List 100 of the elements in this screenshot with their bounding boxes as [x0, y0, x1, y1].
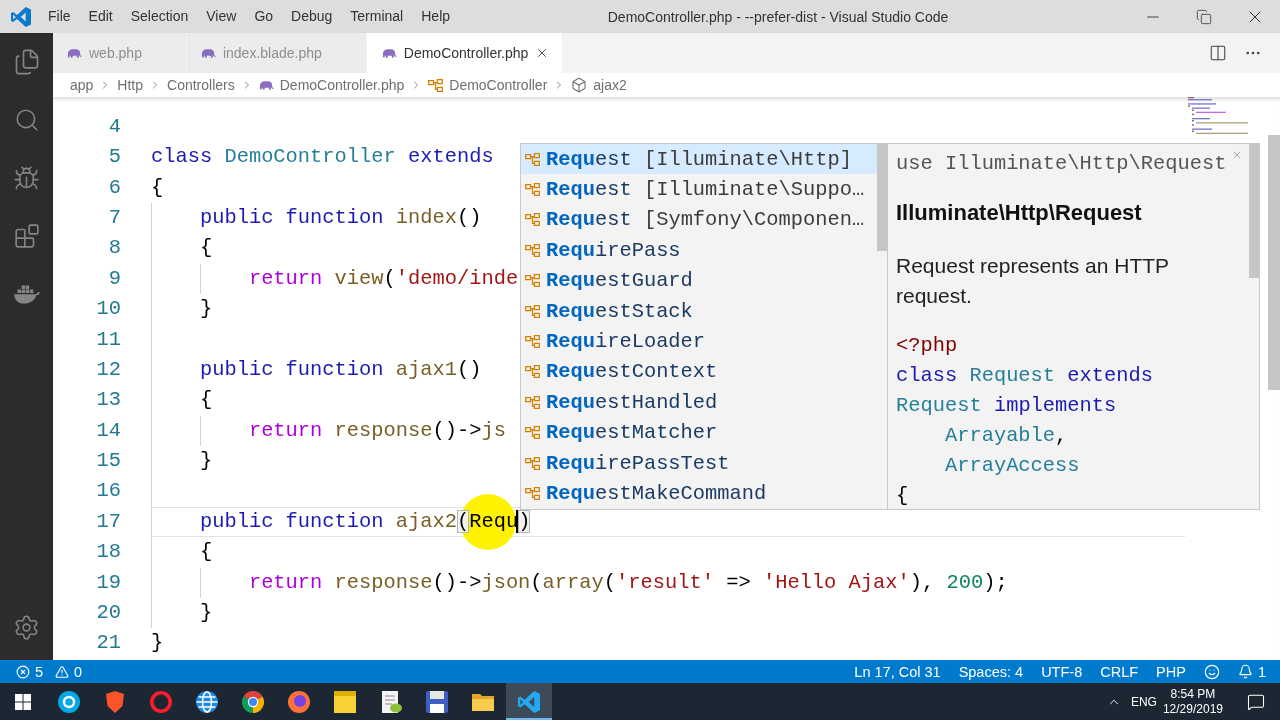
start-icon[interactable]	[15, 693, 31, 710]
bell-icon	[1237, 664, 1253, 679]
status-item[interactable]: PHP	[1150, 660, 1192, 683]
breadcrumb-item[interactable]: app	[70, 77, 94, 93]
suggestion-item[interactable]: Request [Illuminate\Suppo…	[521, 174, 877, 205]
status-item[interactable]: Spaces: 4	[952, 660, 1030, 683]
class-symbol-icon	[428, 78, 444, 92]
suggestion-item[interactable]: RequestStack	[521, 295, 877, 327]
code-line: class DemoController extends	[151, 144, 494, 171]
line-number: 15	[96, 448, 121, 475]
code-line: ArrayAccess	[943, 453, 1080, 479]
color-wheel-icon	[241, 689, 265, 714]
line-number: 4	[108, 113, 121, 140]
suggestion-item[interactable]: RequestContext	[521, 356, 877, 388]
code-line: }	[198, 448, 213, 475]
menu-item[interactable]: View	[197, 0, 246, 33]
code-line: public function ajax1()	[198, 356, 482, 383]
error-icon	[16, 664, 30, 679]
menu-item[interactable]: Selection	[121, 0, 198, 33]
code-line: Request implements	[896, 393, 1117, 419]
minimap-drawing[interactable]	[1188, 97, 1248, 135]
clock-time[interactable]: 8:54 PM	[1170, 686, 1216, 702]
suggestion-item[interactable]: RequestGuard	[521, 265, 877, 296]
smiley-icon[interactable]	[1203, 663, 1220, 680]
code-line: {	[198, 387, 213, 414]
suggestion-item[interactable]: Request [Illuminate\Http]	[521, 144, 877, 175]
status-item[interactable]: Ln 17, Col 31	[848, 660, 947, 683]
doc-title: Illuminate\Http\Request	[896, 199, 1142, 227]
menu-item[interactable]: Help	[412, 0, 460, 33]
code-line: {	[198, 235, 213, 262]
scrollbar-thumb[interactable]	[1249, 144, 1259, 278]
menu-item[interactable]: File	[39, 0, 80, 33]
elephant-icon	[67, 47, 82, 59]
restore-icon[interactable]	[1195, 8, 1212, 25]
suggestion-item[interactable]: RequireLoader	[521, 326, 877, 357]
whale-icon[interactable]	[13, 284, 40, 304]
line-number: 16	[96, 478, 121, 505]
line-number: 7	[108, 204, 121, 231]
line-number: 20	[96, 600, 121, 627]
menu-item[interactable]: Terminal	[341, 0, 413, 33]
code-line: {	[151, 174, 164, 201]
scrollbar-thumb[interactable]	[1268, 135, 1280, 390]
line-number: 9	[108, 265, 121, 292]
line-number: 21	[96, 630, 121, 657]
sticky-note-icon	[333, 689, 357, 714]
breadcrumb-item[interactable]: ajax2	[571, 77, 627, 93]
split-editor-icon[interactable]	[1209, 44, 1227, 62]
code-line: Arrayable,	[943, 423, 1068, 449]
scrollbar-thumb[interactable]	[877, 144, 887, 251]
code-line: <?php	[896, 333, 958, 359]
suggestion-item[interactable]: RequestMatcher	[521, 417, 877, 448]
line-number: 19	[96, 569, 121, 596]
line-number: 11	[96, 326, 121, 353]
menu-item[interactable]: Debug	[282, 0, 342, 33]
breadcrumb-item[interactable]: DemoController.php	[258, 77, 405, 93]
code-line: {	[896, 483, 909, 509]
status-item[interactable]: UTF-8	[1035, 660, 1089, 683]
suggestion-item[interactable]: RequirePass	[521, 235, 877, 266]
clock-date[interactable]: 12/29/2019	[1162, 701, 1223, 717]
line-number: 13	[96, 387, 121, 414]
errors-button[interactable]: 5	[10, 660, 50, 683]
notifications-button[interactable]: 1	[1231, 660, 1272, 683]
suggestion-item[interactable]: RequestHandled	[521, 387, 877, 418]
class-symbol-icon	[525, 274, 540, 288]
blocks-icon[interactable]	[13, 223, 40, 249]
breadcrumb-item[interactable]: DemoController	[428, 77, 548, 93]
globe-icon	[195, 689, 219, 714]
menu-item[interactable]: Edit	[79, 0, 122, 33]
class-symbol-icon	[525, 152, 540, 166]
shield-icon	[103, 689, 127, 714]
code-line: }	[198, 600, 213, 627]
code-line: return response()->js	[247, 417, 506, 444]
code-line: public function ajax2(Requ)	[198, 508, 531, 535]
status-item[interactable]: CRLF	[1094, 660, 1145, 683]
line-number: 14	[96, 417, 121, 444]
orb-icon	[287, 689, 311, 714]
language-indicator[interactable]: ENG	[1130, 694, 1157, 709]
menu-item[interactable]: Go	[245, 0, 283, 33]
suggestion-item[interactable]: RequestMakeCommand	[521, 478, 877, 509]
bug-icon[interactable]	[13, 164, 40, 192]
disc-icon	[57, 689, 81, 714]
warnings-button[interactable]: 0	[49, 660, 89, 683]
speech-bubble-icon[interactable]	[1247, 692, 1265, 711]
suggestion-item[interactable]: Request [Symfony\Componen…	[521, 204, 877, 236]
class-symbol-icon	[525, 183, 540, 197]
suggestion-item[interactable]: RequirePassTest	[521, 447, 877, 479]
breadcrumb-item[interactable]: Controllers	[167, 77, 235, 93]
code-line: return view('demo/inde	[247, 265, 519, 292]
line-number: 5	[108, 144, 121, 171]
settings-icon[interactable]	[13, 613, 40, 641]
line-number: 8	[108, 235, 121, 262]
class-symbol-icon	[525, 243, 540, 257]
line-number: 12	[96, 356, 121, 383]
class-symbol-icon	[525, 395, 540, 409]
line-number: 18	[96, 539, 121, 566]
warning-icon	[55, 664, 70, 679]
breadcrumb-item[interactable]: Http	[117, 77, 144, 93]
class-symbol-icon	[525, 365, 540, 379]
tab[interactable]: DemoController.php	[366, 33, 564, 73]
line-number: 10	[96, 296, 121, 323]
